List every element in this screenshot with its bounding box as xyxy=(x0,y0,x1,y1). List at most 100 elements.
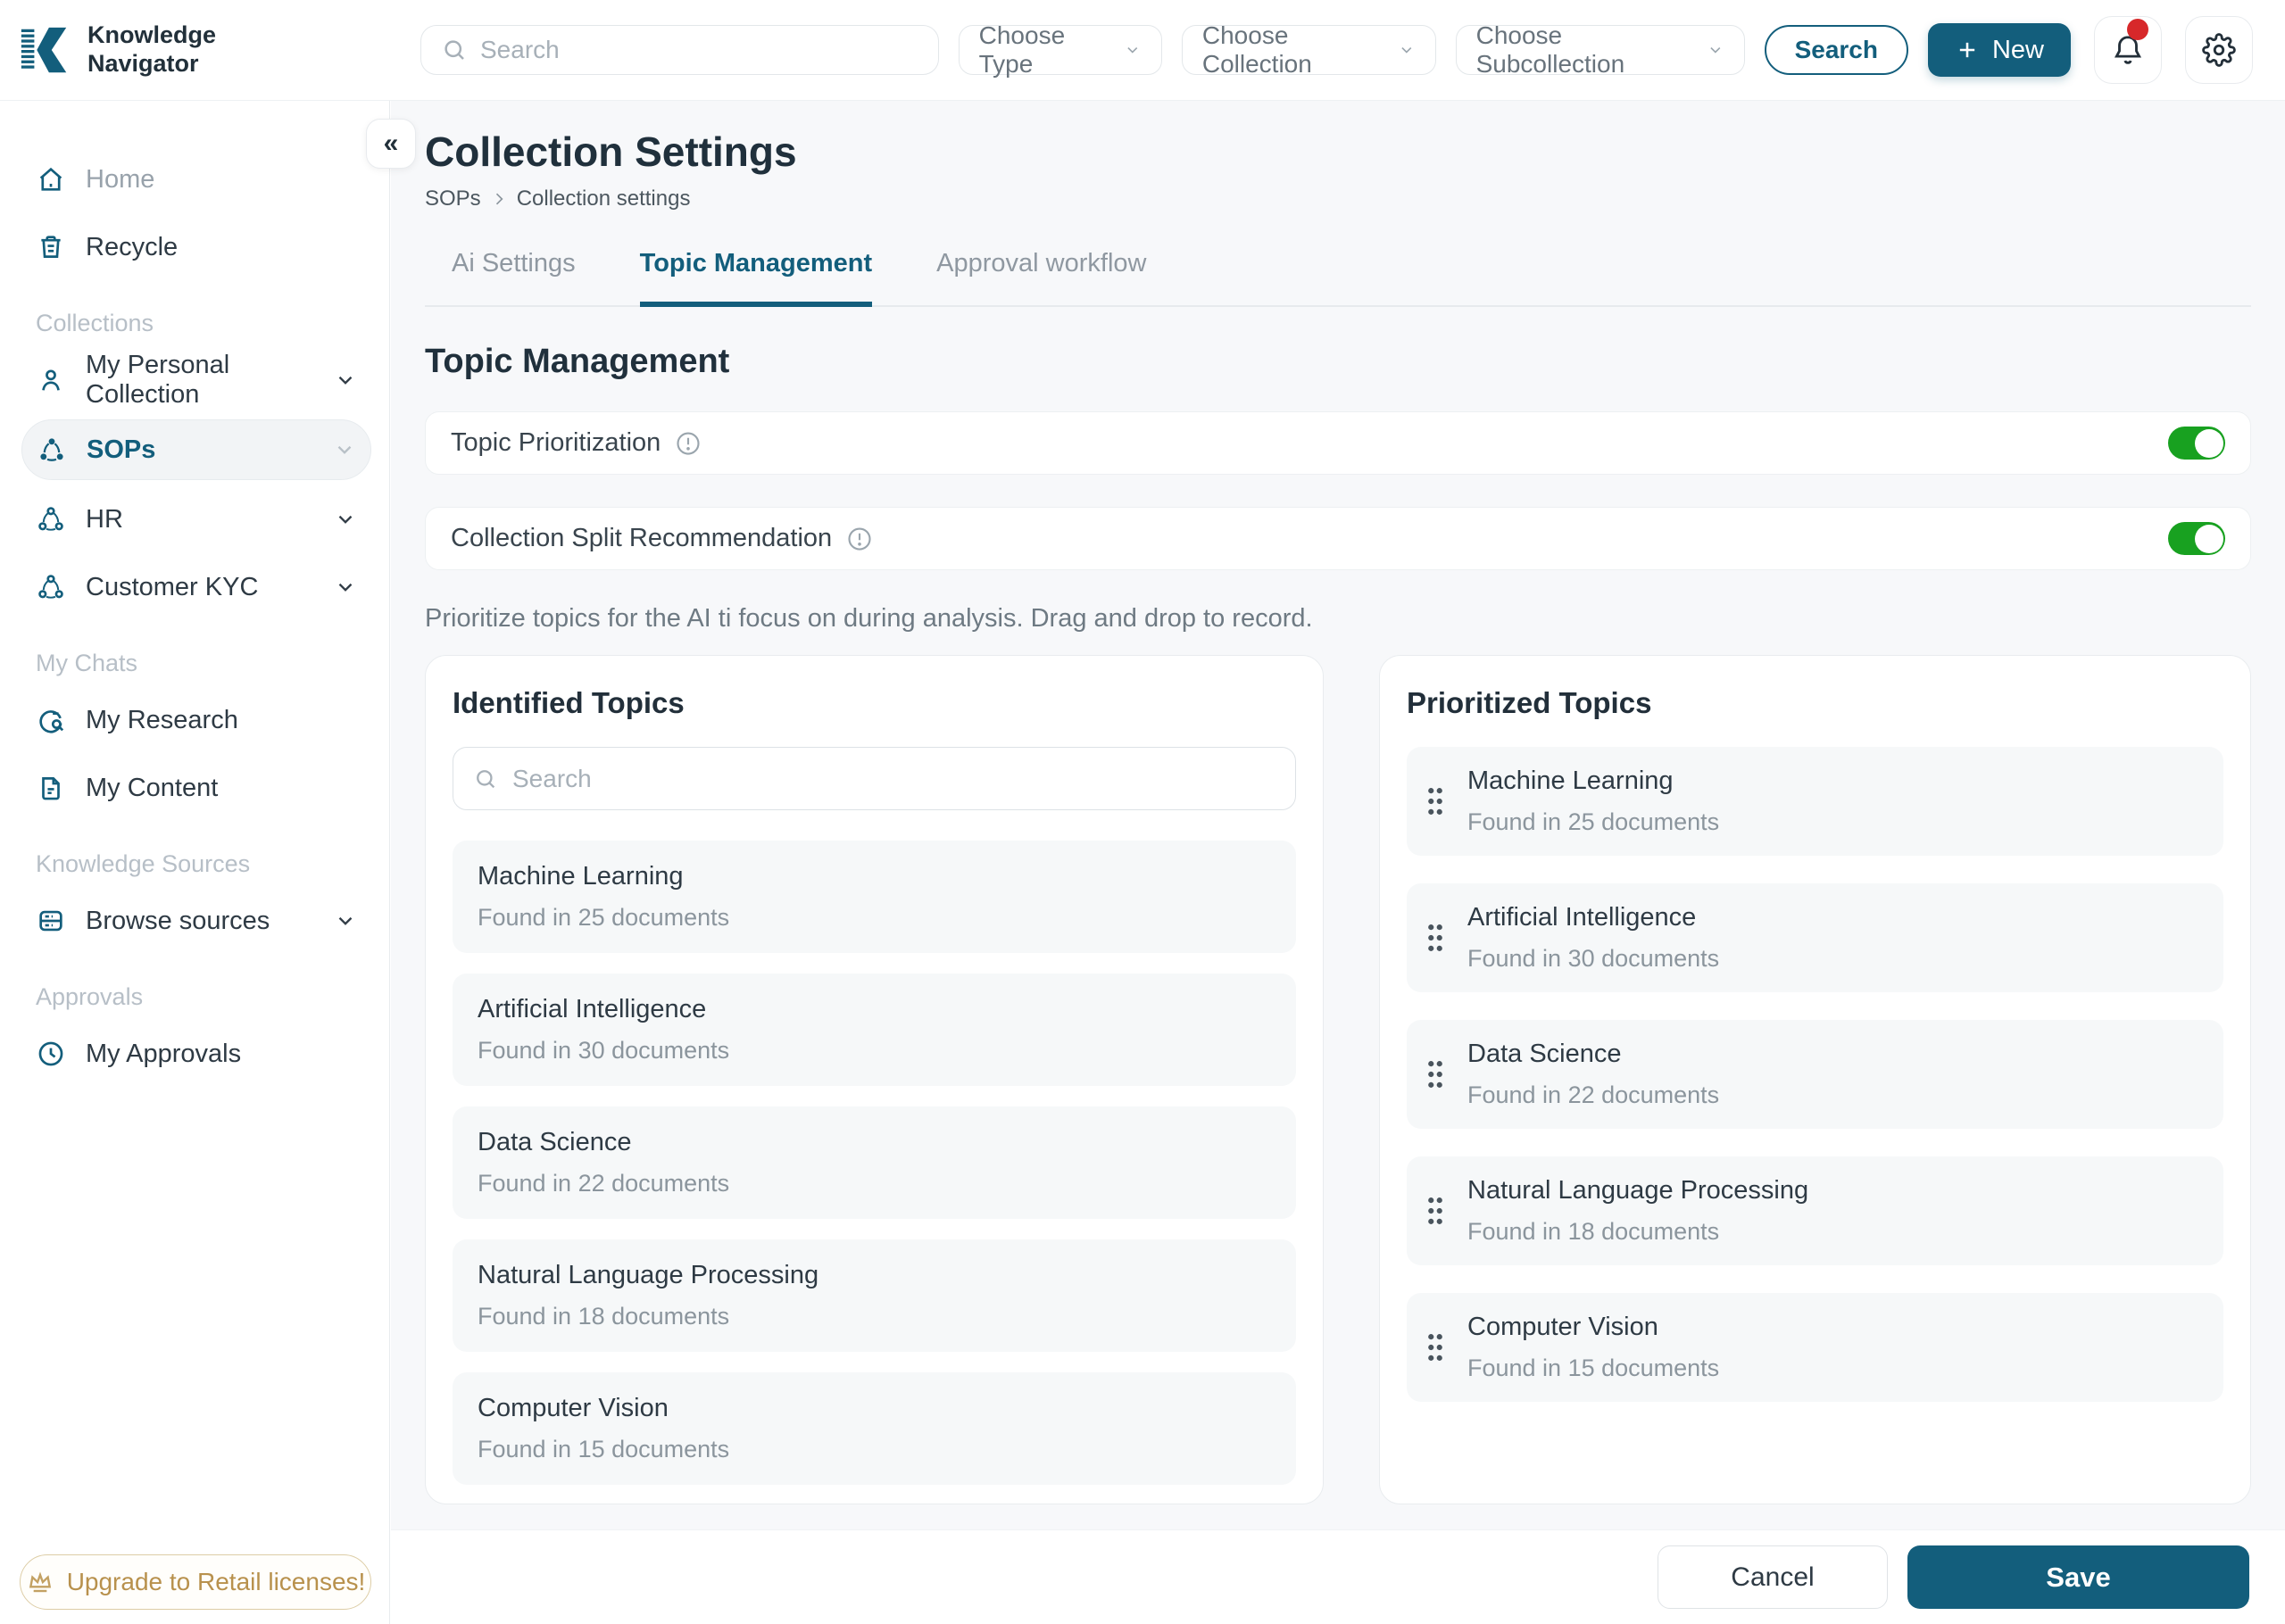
sidebar-item-hr[interactable]: HR xyxy=(21,491,371,548)
prioritized-topic-computer-vision[interactable]: Computer Vision Found in 15 documents xyxy=(1407,1293,2223,1402)
settings-button[interactable] xyxy=(2185,16,2253,84)
topic-name: Machine Learning xyxy=(478,862,684,891)
sidebar-item-browse-sources[interactable]: Browse sources xyxy=(21,892,371,949)
prioritized-topic-data-science[interactable]: Data Science Found in 22 documents xyxy=(1407,1020,2223,1129)
sidebar-item-customer-kyc[interactable]: Customer KYC xyxy=(21,559,371,616)
topic-item-data-science[interactable]: Data Science Found in 22 documents xyxy=(453,1106,1296,1219)
sidebar-item-label: HR xyxy=(86,504,123,534)
sidebar-section-collections: Collections xyxy=(36,310,154,336)
sidebar-item-my-content[interactable]: My Content xyxy=(21,759,371,816)
brand-line2: Navigator xyxy=(87,50,199,77)
topic-panels: Identified Topics Search Machine Learnin… xyxy=(425,655,2251,1504)
tab-bar: Ai Settings Topic Management Approval wo… xyxy=(425,249,2251,307)
topic-meta: Found in 22 documents xyxy=(1467,1081,1720,1108)
sidebar-item-home[interactable]: Home xyxy=(21,151,371,208)
brand-line1: Knowledge xyxy=(87,21,217,49)
chevron-right-icon xyxy=(495,193,503,205)
upgrade-button[interactable]: Upgrade to Retail licenses! xyxy=(20,1554,371,1610)
collection-split-label: Collection Split Recommendation xyxy=(451,524,833,552)
tab-topic-management[interactable]: Topic Management xyxy=(639,249,873,307)
topic-item-artificial-intelligence[interactable]: Artificial Intelligence Found in 30 docu… xyxy=(453,974,1296,1086)
tab-approval-workflow[interactable]: Approval workflow xyxy=(936,249,1146,305)
chevron-down-icon xyxy=(338,515,353,524)
cancel-button[interactable]: Cancel xyxy=(1658,1545,1888,1609)
notifications-button[interactable] xyxy=(2094,16,2162,84)
sidebar-item-label: My Personal Collection xyxy=(86,351,230,409)
topic-prioritization-toggle[interactable] xyxy=(2168,427,2225,460)
search-placeholder: Search xyxy=(512,764,592,792)
crown-icon xyxy=(29,1571,51,1593)
info-icon[interactable] xyxy=(846,526,873,552)
topic-meta: Found in 30 documents xyxy=(478,1037,730,1064)
topic-name: Machine Learning xyxy=(1467,766,1674,795)
prioritized-topics-list: Machine Learning Found in 25 documents A… xyxy=(1407,747,2223,1402)
chevron-down-icon xyxy=(1127,46,1138,54)
brand-logo[interactable]: Knowledge Navigator xyxy=(0,21,390,79)
prioritized-topic-artificial-intelligence[interactable]: Artificial Intelligence Found in 30 docu… xyxy=(1407,883,2223,992)
topic-prioritization-label: Topic Prioritization xyxy=(451,428,661,457)
sidebar-nav: Home Recycle Collections My Personal Col… xyxy=(0,101,389,1082)
sidebar-item-label: Recycle xyxy=(86,232,179,261)
chevron-down-icon xyxy=(338,376,353,385)
prioritized-topic-machine-learning[interactable]: Machine Learning Found in 25 documents xyxy=(1407,747,2223,856)
collection-split-toggle[interactable] xyxy=(2168,522,2225,555)
sidebar-item-recycle[interactable]: Recycle xyxy=(21,219,371,276)
search-button[interactable]: Search xyxy=(1764,25,1908,75)
drag-handle-icon[interactable] xyxy=(1425,921,1446,955)
search-icon xyxy=(477,769,495,788)
topic-meta: Found in 30 documents xyxy=(1467,945,1720,972)
breadcrumb: SOPs Collection settings xyxy=(425,186,2251,211)
sidebar-item-label: Browse sources xyxy=(86,906,270,935)
page-title: Collection Settings xyxy=(425,128,797,175)
topbar-controls: Search Choose Type Choose Collection Cho… xyxy=(390,16,2285,84)
topic-name: Natural Language Processing xyxy=(1467,1176,1809,1205)
network-icon xyxy=(40,438,63,461)
plus-icon xyxy=(1959,42,1975,58)
sidebar-item-my-personal-collection[interactable]: My Personal Collection xyxy=(21,351,371,409)
drag-handle-icon[interactable] xyxy=(1425,1057,1446,1091)
drag-handle-icon[interactable] xyxy=(1425,1330,1446,1364)
topic-item-computer-vision[interactable]: Computer Vision Found in 15 documents xyxy=(453,1372,1296,1485)
global-search-input[interactable]: Search xyxy=(420,25,939,75)
choose-type-dropdown[interactable]: Choose Type xyxy=(958,21,1162,78)
sidebar-section-approvals: Approvals xyxy=(36,983,144,1010)
search-placeholder: Search xyxy=(480,36,560,63)
sidebar-item-my-research[interactable]: My Research xyxy=(21,692,371,749)
sidebar-section-my-chats: My Chats xyxy=(36,650,138,676)
topic-meta: Found in 22 documents xyxy=(478,1170,730,1197)
choose-collection-dropdown[interactable]: Choose Collection xyxy=(1181,21,1436,78)
action-bar: Cancel Save xyxy=(391,1529,2285,1624)
breadcrumb-sops[interactable]: SOPs xyxy=(425,186,481,211)
info-icon[interactable] xyxy=(675,430,702,457)
topic-item-machine-learning[interactable]: Machine Learning Found in 25 documents xyxy=(453,841,1296,953)
tab-ai-settings[interactable]: Ai Settings xyxy=(452,249,576,305)
clock-icon xyxy=(38,1041,63,1066)
topic-meta: Found in 18 documents xyxy=(1467,1218,1720,1245)
prioritized-topic-natural-language-processing[interactable]: Natural Language Processing Found in 18 … xyxy=(1407,1156,2223,1265)
sidebar-item-label: SOPs xyxy=(87,435,156,464)
identified-topics-panel: Identified Topics Search Machine Learnin… xyxy=(425,655,1324,1504)
identified-topics-search-input[interactable]: Search xyxy=(453,747,1296,810)
collapse-sidebar-button[interactable]: « xyxy=(366,119,416,169)
sidebar-item-sops[interactable]: SOPs xyxy=(21,419,371,480)
search-icon xyxy=(445,40,464,60)
topic-meta: Found in 15 documents xyxy=(478,1436,730,1462)
document-icon xyxy=(42,777,60,800)
chevron-down-icon xyxy=(1401,46,1412,54)
new-button[interactable]: New xyxy=(1927,23,2071,77)
toggle-knob xyxy=(2194,524,2223,553)
gear-icon xyxy=(2202,33,2236,67)
chevron-down-icon xyxy=(1710,46,1721,54)
save-button[interactable]: Save xyxy=(1907,1545,2249,1609)
topic-item-natural-language-processing[interactable]: Natural Language Processing Found in 18 … xyxy=(453,1239,1296,1352)
drag-handle-icon[interactable] xyxy=(1425,784,1446,818)
topic-name: Artificial Intelligence xyxy=(478,995,707,1023)
sidebar-item-my-approvals[interactable]: My Approvals xyxy=(21,1025,371,1082)
app-window: Knowledge Navigator Search Choose Type C… xyxy=(0,0,2285,1624)
choose-subcollection-dropdown[interactable]: Choose Subcollection xyxy=(1455,21,1745,78)
topic-name: Computer Vision xyxy=(478,1394,669,1422)
new-button-label: New xyxy=(1991,35,2044,64)
drag-handle-icon[interactable] xyxy=(1425,1194,1446,1228)
topic-meta: Found in 25 documents xyxy=(478,904,730,931)
topic-name: Artificial Intelligence xyxy=(1467,903,1697,932)
